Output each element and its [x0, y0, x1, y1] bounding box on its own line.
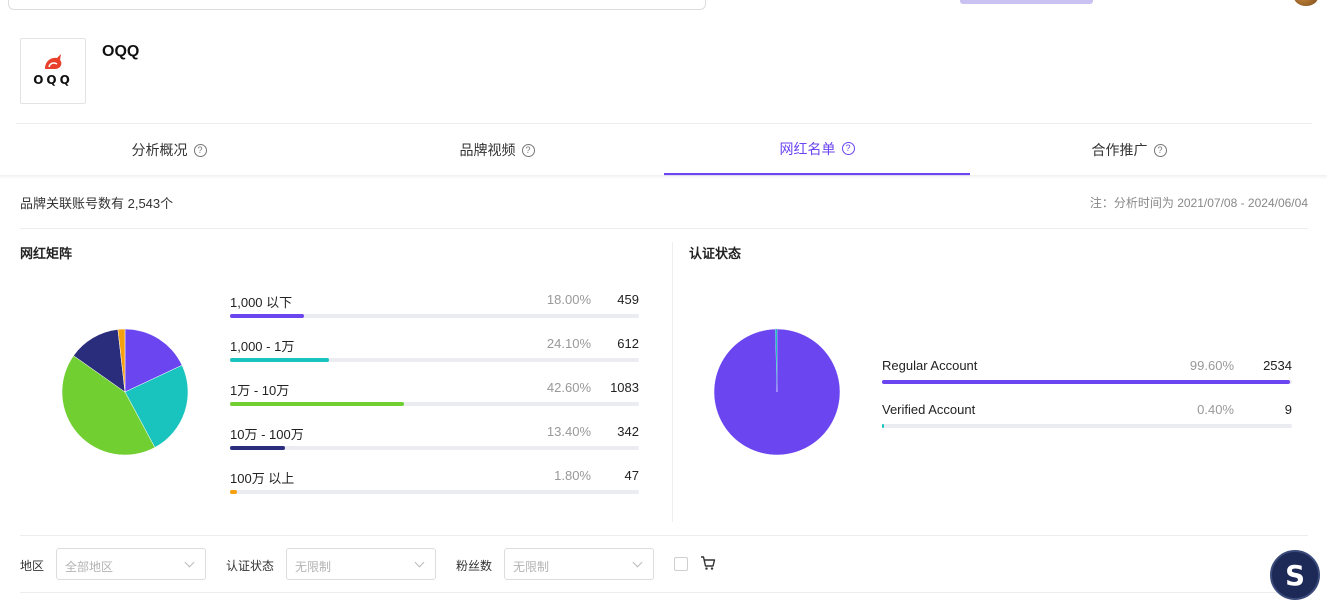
matrix-legend-count: 459 — [617, 292, 639, 307]
brand-name: OQQ — [102, 43, 140, 60]
matrix-legend-row: 1,000 以下 18.00% 459 — [230, 292, 639, 322]
matrix-legend-bar-fill — [230, 314, 304, 318]
matrix-legend-percent: 24.10% — [546, 336, 591, 351]
matrix-legend-count: 612 — [617, 336, 639, 351]
tab-cooperation[interactable]: 合作推广 ? — [976, 124, 1282, 176]
verification-legend-percent: 99.60% — [1189, 358, 1234, 373]
top-action-button[interactable] — [960, 0, 1093, 4]
tab-label: 合作推广 — [1091, 142, 1148, 158]
brand-logo: OQQ — [20, 38, 86, 104]
matrix-legend-row: 1万 - 10万 42.60% 1083 — [230, 380, 639, 410]
region-filter-label: 地区 — [20, 559, 45, 573]
question-circle-icon[interactable]: ? — [193, 143, 207, 157]
verification-legend-row: Regular Account 99.60% 2534 — [882, 358, 1292, 388]
matrix-title: 网红矩阵 — [20, 246, 73, 261]
tab-overview[interactable]: 分析概况 ? — [16, 124, 322, 176]
avatar[interactable] — [1294, 0, 1318, 6]
verification-legend-bar-track — [882, 424, 1292, 428]
tab-brand-videos[interactable]: 品牌视频 ? — [344, 124, 650, 176]
verify-select[interactable]: 无限制 — [286, 548, 436, 580]
verification-pie-chart — [713, 328, 841, 456]
verify-filter-label: 认证状态 — [226, 559, 275, 573]
verification-legend-bar-fill — [882, 380, 1291, 384]
question-circle-icon[interactable]: ? — [1153, 143, 1167, 157]
shop-filter-checkbox[interactable] — [674, 557, 688, 571]
tab-shadow — [0, 175, 1327, 179]
matrix-legend-row: 100万 以上 1.80% 47 — [230, 468, 639, 498]
matrix-legend-bar-track — [230, 402, 639, 406]
account-summary: 品牌关联账号数有 2,543个 — [20, 196, 174, 211]
matrix-legend-bar-track — [230, 358, 639, 362]
matrix-legend-count: 1083 — [610, 380, 639, 395]
question-circle-icon[interactable]: ? — [841, 142, 855, 155]
verify-select-placeholder: 无限制 — [295, 560, 332, 574]
matrix-legend-bar-fill — [230, 402, 405, 406]
matrix-legend-label: 1,000 - 1万 — [230, 339, 295, 354]
verification-legend-row: Verified Account 0.40% 9 — [882, 402, 1292, 432]
fans-filter-label: 粉丝数 — [456, 559, 493, 573]
verification-legend-bar-track — [882, 380, 1292, 384]
matrix-legend-label: 10万 - 100万 — [230, 427, 304, 442]
svg-text:S: S — [1285, 559, 1305, 592]
question-circle-icon[interactable]: ? — [521, 143, 535, 157]
fans-select[interactable]: 无限制 — [504, 548, 654, 580]
matrix-legend-bar-fill — [230, 446, 285, 450]
matrix-legend-label: 1,000 以下 — [230, 295, 293, 310]
matrix-legend-bar-track — [230, 446, 639, 450]
verification-legend-percent: 0.40% — [1197, 402, 1234, 417]
matrix-legend-bar-track — [230, 490, 639, 494]
matrix-legend-bar-track — [230, 314, 639, 318]
brand-logo-text: OQQ — [33, 73, 73, 87]
tab-bar: 分析概况 ? 品牌视频 ? 网红名单 ? 合作推广 ? — [16, 123, 1312, 176]
analysis-period-note: 注：分析时间为 2021/07/08 - 2024/06/04 — [1089, 196, 1308, 210]
verification-legend-label: Regular Account — [882, 358, 978, 373]
divider — [672, 242, 673, 522]
verification-legend-bar-fill — [882, 424, 884, 428]
region-select-placeholder: 全部地区 — [65, 560, 114, 574]
matrix-legend-percent: 18.00% — [546, 292, 591, 307]
matrix-legend-percent: 1.80% — [554, 468, 591, 483]
divider — [20, 228, 1308, 229]
matrix-legend-count: 342 — [617, 424, 639, 439]
chevron-down-icon — [632, 557, 643, 568]
verification-title: 认证状态 — [689, 246, 742, 261]
chevron-down-icon — [414, 557, 425, 568]
matrix-legend-percent: 42.60% — [546, 380, 591, 395]
divider — [20, 592, 1308, 593]
cart-icon — [701, 556, 716, 570]
tab-label: 品牌视频 — [459, 142, 516, 158]
matrix-legend-percent: 13.40% — [546, 424, 591, 439]
matrix-legend-count: 47 — [624, 468, 639, 483]
verification-legend-count: 2534 — [1263, 358, 1292, 373]
matrix-legend-bar-fill — [230, 358, 329, 362]
tab-label: 分析概况 — [131, 142, 188, 158]
matrix-legend-bar-fill — [230, 490, 238, 494]
divider — [20, 535, 1308, 536]
matrix-legend-label: 100万 以上 — [230, 471, 295, 486]
s-logo-icon[interactable]: S — [1270, 550, 1320, 600]
matrix-pie-chart — [61, 328, 189, 456]
region-select[interactable]: 全部地区 — [56, 548, 206, 580]
verification-legend-label: Verified Account — [882, 402, 976, 417]
tab-label: 网红名单 — [779, 140, 836, 157]
chevron-down-icon — [184, 557, 195, 568]
matrix-legend-label: 1万 - 10万 — [230, 383, 290, 398]
matrix-legend-row: 1,000 - 1万 24.10% 612 — [230, 336, 639, 366]
top-search-input[interactable] — [8, 0, 706, 10]
matrix-legend-row: 10万 - 100万 13.40% 342 — [230, 424, 639, 454]
tab-influencer-list[interactable]: 网红名单 ? — [664, 124, 970, 176]
fans-select-placeholder: 无限制 — [513, 560, 550, 574]
verification-legend-count: 9 — [1284, 402, 1292, 417]
fox-logo-icon — [45, 54, 62, 69]
